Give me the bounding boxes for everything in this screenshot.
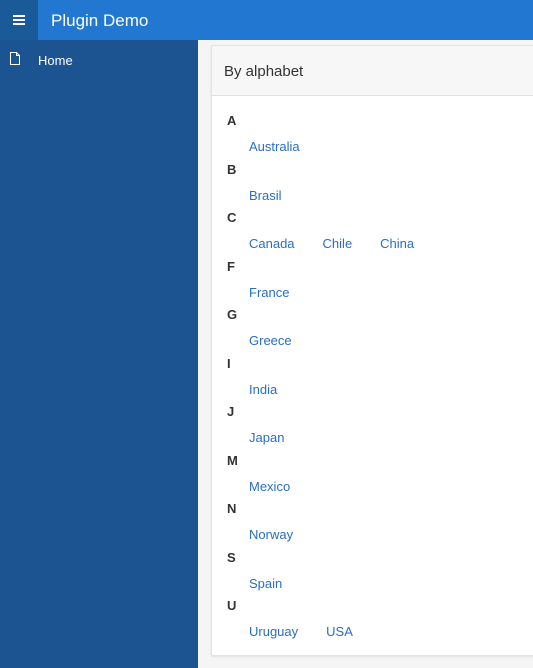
country-list: Canada Chile China	[249, 235, 442, 253]
alphabet-panel: By alphabet A Australia B Brasil C Canada Chil…	[211, 45, 533, 656]
letter-heading: N	[227, 501, 237, 516]
letter-heading: U	[227, 598, 237, 613]
country-link[interactable]: Greece	[249, 333, 292, 348]
country-link[interactable]: Mexico	[249, 479, 290, 494]
country-list: Brasil	[249, 187, 310, 205]
country-link[interactable]: Spain	[249, 576, 282, 591]
country-link[interactable]: Uruguay	[249, 624, 298, 639]
letter-heading: B	[227, 161, 237, 177]
country-list: Mexico	[249, 478, 318, 496]
country-link[interactable]: Brasil	[249, 188, 282, 203]
top-bar: Plugin Demo	[0, 0, 533, 40]
country-list: Greece	[249, 332, 320, 350]
letter-heading: C	[227, 210, 237, 225]
panel-heading: By alphabet	[212, 46, 533, 96]
letter-heading: G	[227, 307, 238, 322]
country-link[interactable]: Australia	[249, 139, 300, 154]
country-link[interactable]: India	[249, 382, 277, 397]
country-list: Australia	[249, 138, 328, 156]
country-link[interactable]: Chile	[323, 236, 353, 251]
hamburger-icon	[13, 15, 25, 25]
letter-heading: A	[227, 113, 237, 128]
sidebar-item-label: Home	[38, 53, 73, 68]
country-link[interactable]: Norway	[249, 527, 293, 542]
sidebar-item-home[interactable]: Home	[0, 40, 198, 82]
document-icon	[10, 52, 20, 65]
menu-toggle-button[interactable]	[0, 0, 38, 40]
country-list: Uruguay USA	[249, 623, 381, 641]
letter-heading: J	[227, 404, 235, 419]
country-link[interactable]: USA	[326, 624, 353, 639]
country-list: France	[249, 284, 317, 302]
country-link[interactable]: China	[380, 236, 414, 251]
country-list: Spain	[249, 575, 310, 593]
country-link[interactable]: France	[249, 285, 289, 300]
letter-heading: M	[227, 452, 238, 468]
letter-heading: F	[227, 258, 235, 274]
country-link[interactable]: Canada	[249, 236, 295, 251]
app-title: Plugin Demo	[51, 11, 149, 30]
country-list: India	[249, 381, 305, 399]
letter-heading: I	[227, 355, 231, 371]
country-list: Japan	[249, 429, 312, 447]
letter-heading: S	[227, 549, 236, 565]
sidebar: Home	[0, 40, 198, 668]
panel-title: By alphabet	[224, 63, 304, 80]
country-list: Norway	[249, 526, 321, 544]
country-link[interactable]: Japan	[249, 430, 284, 445]
